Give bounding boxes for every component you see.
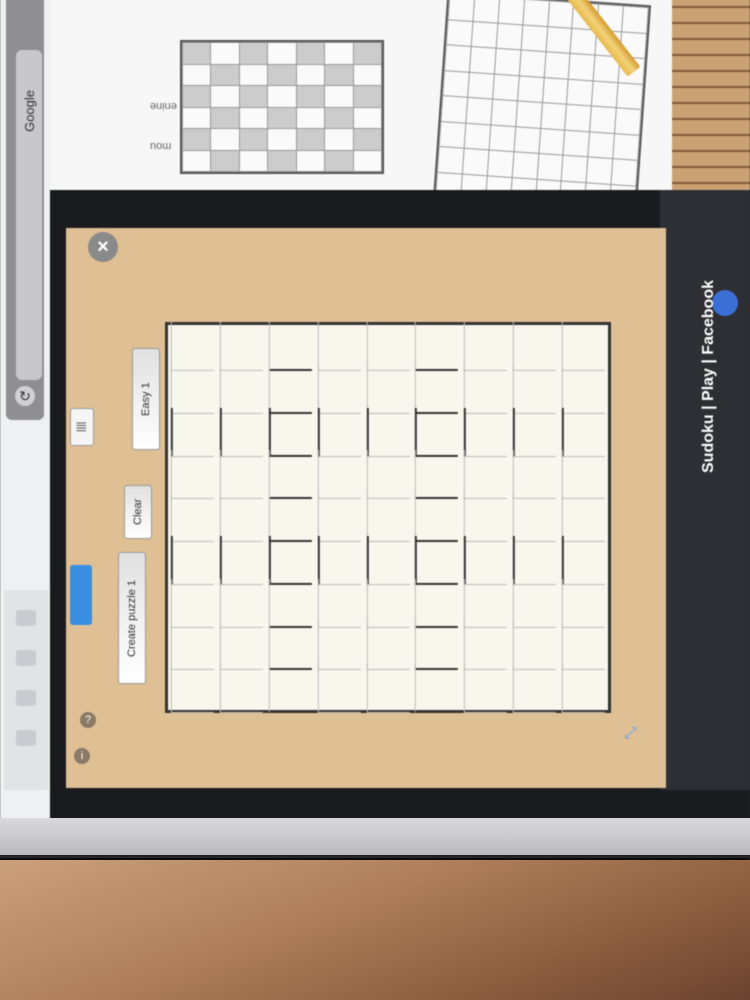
sudoku-cell[interactable] (366, 493, 410, 542)
address-text: Google (22, 90, 37, 132)
sudoku-cell[interactable] (513, 535, 557, 585)
tab-handle[interactable] (16, 690, 36, 706)
sudoku-cell[interactable] (219, 535, 263, 585)
sudoku-cell[interactable] (562, 621, 605, 671)
sudoku-cell[interactable] (366, 364, 410, 414)
sudoku-cell[interactable] (464, 535, 508, 585)
sudoku-cell[interactable] (366, 321, 410, 371)
sudoku-cell[interactable] (562, 664, 605, 714)
sudoku-cell[interactable] (317, 493, 361, 542)
sudoku-cell[interactable] (268, 321, 312, 371)
close-button[interactable]: × (88, 232, 118, 262)
info-icon[interactable]: i (74, 748, 90, 764)
level-indicator[interactable] (70, 565, 92, 625)
sudoku-cell[interactable] (171, 535, 214, 585)
sudoku-board (165, 321, 611, 714)
sudoku-cell[interactable] (513, 321, 557, 371)
sudoku-cell[interactable] (513, 364, 557, 414)
screen: mou enine Google ↻ Sudoku | Play | Faceb… (0, 0, 750, 820)
sudoku-cell[interactable] (366, 535, 410, 585)
modal-title: Sudoku | Play | Facebook (700, 280, 717, 473)
sudoku-cell[interactable] (171, 450, 214, 500)
sudoku-cell[interactable] (268, 664, 312, 714)
sudoku-cell[interactable] (317, 364, 361, 414)
sudoku-cell[interactable] (219, 664, 263, 714)
sudoku-cell[interactable] (219, 621, 263, 671)
help-icon[interactable]: ? (80, 712, 96, 728)
sudoku-cell[interactable] (317, 321, 361, 371)
tab-handle[interactable] (16, 650, 36, 666)
new-puzzle-button[interactable]: Create puzzle 1 (118, 552, 146, 684)
sudoku-cell[interactable] (562, 535, 605, 585)
monitor-chin (0, 818, 750, 858)
article-sudoku-table-2 (435, 0, 649, 212)
sudoku-cell[interactable] (171, 493, 214, 542)
browser-toolbar: Google ↻ (6, 0, 44, 420)
article-sudoku-image-2 (432, 0, 652, 214)
background-article: mou enine (50, 0, 750, 214)
sudoku-cell[interactable] (415, 364, 459, 414)
sudoku-cell[interactable] (268, 493, 312, 542)
sudoku-cell[interactable] (415, 664, 459, 714)
sudoku-cell[interactable] (366, 621, 410, 671)
sudoku-cell[interactable] (513, 664, 557, 714)
sudoku-cell[interactable] (317, 664, 361, 714)
sudoku-cell[interactable] (464, 450, 508, 500)
tab-handle[interactable] (16, 610, 36, 626)
sudoku-cell[interactable] (513, 621, 557, 671)
article-snippet: enine (150, 100, 177, 112)
clear-button[interactable]: Clear (124, 485, 152, 539)
sudoku-cell[interactable] (464, 493, 508, 542)
pause-button[interactable]: |||| (70, 408, 94, 446)
sudoku-cell[interactable] (366, 664, 410, 714)
sudoku-cell[interactable] (464, 664, 508, 714)
sudoku-cell[interactable] (171, 321, 214, 371)
sudoku-cell[interactable] (317, 621, 361, 671)
sudoku-cell[interactable] (415, 321, 459, 371)
sudoku-cell[interactable] (366, 450, 410, 500)
sudoku-cell[interactable] (219, 364, 263, 414)
sudoku-cell[interactable] (464, 621, 508, 671)
sudoku-cell[interactable] (171, 621, 214, 671)
sudoku-cell[interactable] (317, 535, 361, 585)
sudoku-cell[interactable] (268, 535, 312, 585)
sudoku-cell[interactable] (268, 450, 312, 500)
easy-button[interactable]: Easy 1 (132, 348, 160, 450)
sudoku-cell[interactable] (317, 450, 361, 500)
sudoku-cell[interactable] (219, 493, 263, 542)
sudoku-cell[interactable] (562, 321, 605, 371)
sudoku-cell[interactable] (219, 450, 263, 500)
sudoku-cell[interactable] (268, 364, 312, 414)
reload-icon[interactable]: ↻ (15, 386, 35, 406)
sudoku-cell[interactable] (415, 535, 459, 585)
side-tab-strip (4, 590, 48, 790)
sudoku-cell[interactable] (219, 321, 263, 371)
sudoku-cell[interactable] (562, 493, 605, 542)
sudoku-cell[interactable] (415, 450, 459, 500)
sudoku-cell[interactable] (415, 621, 459, 671)
sudoku-cell[interactable] (415, 493, 459, 542)
desk-surface (0, 860, 750, 1000)
sudoku-cell[interactable] (562, 450, 605, 500)
sudoku-cell[interactable] (464, 364, 508, 414)
sudoku-cell[interactable] (562, 364, 605, 414)
tab-handle[interactable] (16, 730, 36, 746)
sudoku-cell[interactable] (513, 493, 557, 542)
sudoku-cell[interactable] (513, 450, 557, 500)
address-bar[interactable]: Google (16, 50, 42, 380)
article-sudoku-image (180, 40, 384, 174)
sudoku-cell[interactable] (171, 664, 214, 714)
article-sudoku-table (181, 42, 383, 172)
expand-icon[interactable]: ⤢ (624, 725, 637, 743)
sudoku-cell[interactable] (464, 321, 508, 371)
sudoku-cell[interactable] (171, 364, 214, 414)
article-snippet: mou (150, 140, 172, 152)
sudoku-cell[interactable] (268, 621, 312, 671)
